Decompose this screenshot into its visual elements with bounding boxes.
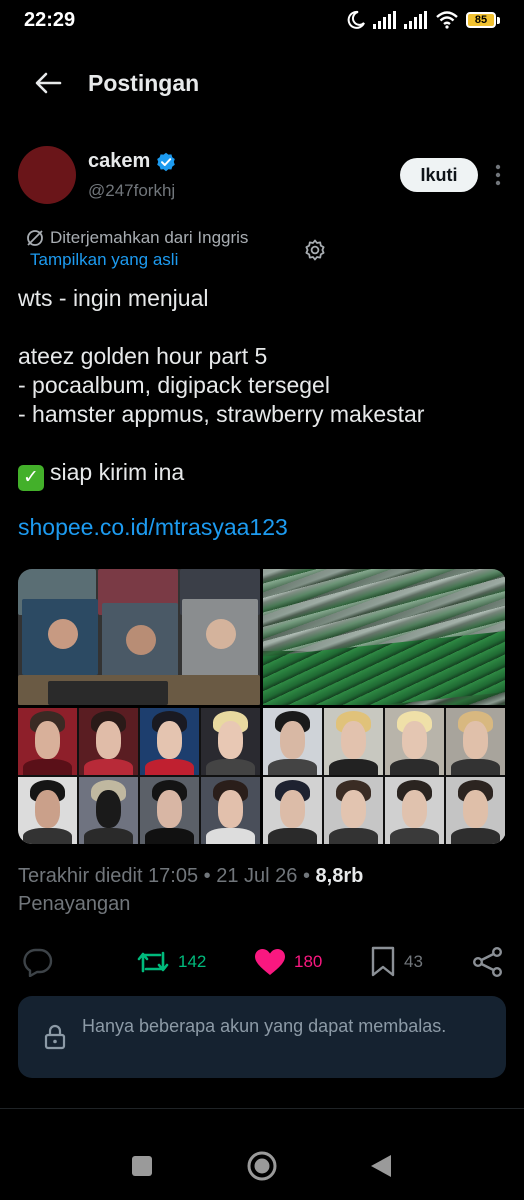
author-name-line: cakem [88,150,176,173]
status-time: 22:29 [24,8,76,31]
signal-icon [373,11,396,29]
edited-timestamp[interactable]: Terakhir diedit 17:05 • 21 Jul 26 • [18,865,316,887]
heart-icon [255,949,285,975]
translation-settings-button[interactable] [303,238,327,262]
tweet-line-check: ✓ siap kirim ina [18,458,508,491]
more-vertical-icon [495,164,501,186]
avatar[interactable] [18,146,76,204]
bookmark-count: 43 [404,952,423,971]
follow-button[interactable]: Ikuti [400,158,478,192]
back-button[interactable] [28,63,68,103]
verified-badge-icon [157,152,176,171]
reply-icon [23,948,53,977]
action-bar: 142 180 43 [0,940,524,984]
media-grid [18,569,506,844]
battery-icon: 85 [466,12,500,28]
home-button[interactable] [246,1150,278,1187]
translated-label: Diterjemahkan dari Inggris [50,228,249,247]
like-button[interactable]: 180 [254,944,322,980]
like-count: 180 [294,952,323,971]
reply-button[interactable] [22,944,54,980]
share-button[interactable] [472,944,504,980]
battery-level: 85 [466,12,496,28]
translated-line: Diterjemahkan dari Inggris [26,228,336,248]
back-nav-button[interactable] [370,1154,392,1183]
tweet-line: wts - ingin menjual [18,285,209,311]
retweet-icon [137,951,169,973]
app-header: Postingan [0,50,524,116]
system-nav-bar [0,1130,524,1200]
tweet-line: - pocaalbum, digipack tersegel [18,372,330,398]
status-bar: 22:29 85 [0,0,524,40]
arrow-left-icon [35,72,62,94]
tweet-text: wts - ingin menjual ateez golden hour pa… [18,284,508,491]
bookmark-button[interactable]: 43 [370,944,423,980]
bookmark-icon [371,946,395,977]
page-title: Postingan [88,69,200,96]
media-photo-1[interactable] [18,569,260,705]
triangle-back-icon [371,1155,391,1177]
author-handle[interactable]: @247forkhj [88,181,175,201]
media-photo-4[interactable] [263,708,505,844]
lock-icon [44,1024,66,1050]
reply-restriction-text: Hanya beberapa akun yang dapat membalas. [82,1016,447,1036]
check-mark-icon: ✓ [18,465,44,491]
reply-restriction-notice: Hanya beberapa akun yang dapat membalas. [18,996,506,1078]
do-not-disturb-moon-icon [347,10,365,29]
more-options-button[interactable] [488,160,508,190]
divider [0,1108,524,1109]
tweet-line: - hamster appmus, strawberry makestar [18,401,425,427]
square-icon [132,1156,152,1176]
translate-icon [27,230,43,246]
wifi-icon [436,11,458,29]
signal-icon-2 [404,11,427,29]
show-original-link[interactable]: Tampilkan yang asli [30,250,336,270]
share-icon [473,947,503,977]
author-name[interactable]: cakem [88,150,150,173]
tweet-meta: Terakhir diedit 17:05 • 21 Jul 26 • 8,8r… [18,862,508,918]
translation-notice: Diterjemahkan dari Inggris Tampilkan yan… [26,228,336,276]
views-label: Penayangan [18,893,131,915]
retweet-count: 142 [178,952,207,971]
retweet-button[interactable]: 142 [136,944,206,980]
media-photo-3[interactable] [18,708,260,844]
tweet-link[interactable]: shopee.co.id/mtrasyaa123 [18,514,288,541]
tweet-line: siap kirim ina [50,459,185,485]
recent-apps-button[interactable] [131,1155,153,1182]
gear-icon [305,239,325,261]
home-circle-icon [247,1151,277,1181]
author-row: cakem @247forkhj Ikuti [18,146,508,208]
status-icons: 85 [346,10,500,30]
tweet-line: ateez golden hour part 5 [18,343,268,369]
media-photo-2[interactable] [263,569,505,705]
views-count: 8,8rb [315,865,364,887]
